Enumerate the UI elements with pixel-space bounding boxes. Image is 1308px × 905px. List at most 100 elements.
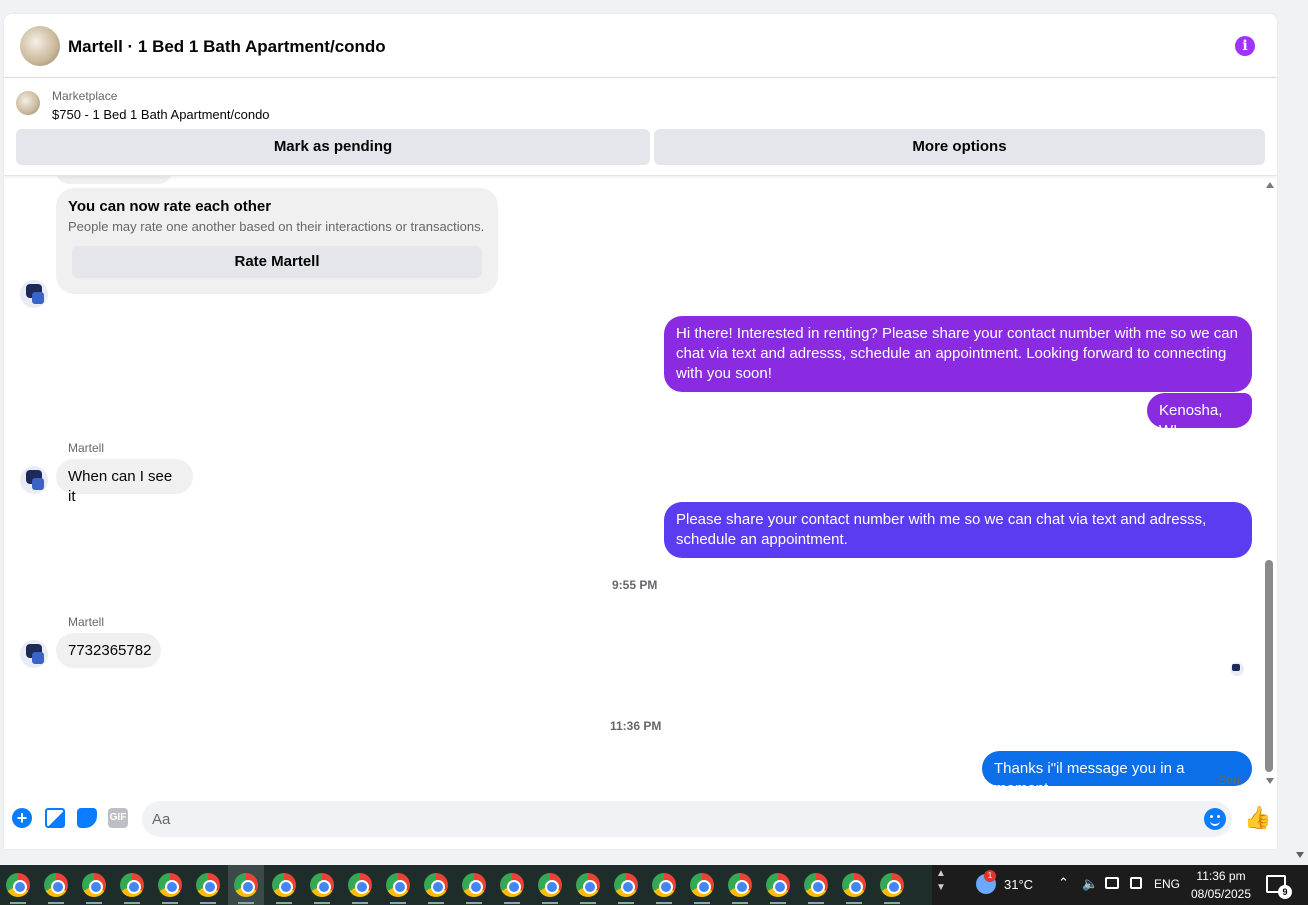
outgoing-message[interactable]: Kenosha, WI bbox=[1147, 393, 1252, 439]
chat-title[interactable]: Martell · 1 Bed 1 Bath Apartment/condo bbox=[68, 37, 386, 57]
message-thread[interactable]: You can now rate each other People may r… bbox=[4, 176, 1262, 798]
chrome-app-icon[interactable] bbox=[608, 865, 644, 905]
contact-avatar[interactable] bbox=[20, 640, 48, 668]
scrollbar-thumb[interactable] bbox=[1265, 560, 1273, 772]
chrome-icon bbox=[766, 873, 790, 897]
chrome-icon bbox=[348, 873, 372, 897]
system-tray: ▲ ▼ 1 31°C ⌃ 🔈 ENG 11:36 pm 08/05/2025 9 bbox=[932, 865, 1308, 905]
chrome-app-icon[interactable] bbox=[684, 865, 720, 905]
notification-count: 9 bbox=[1278, 885, 1292, 899]
chrome-icon bbox=[424, 873, 448, 897]
chrome-app-icon[interactable] bbox=[494, 865, 530, 905]
running-indicator bbox=[428, 902, 444, 904]
chrome-icon bbox=[44, 873, 68, 897]
listing-avatar[interactable] bbox=[20, 26, 60, 66]
rate-martell-button[interactable]: Rate Martell bbox=[72, 246, 482, 278]
chrome-icon bbox=[82, 873, 106, 897]
chrome-icon bbox=[6, 873, 30, 897]
chrome-app-icon[interactable] bbox=[342, 865, 378, 905]
plus-icon[interactable]: + bbox=[12, 808, 32, 828]
show-hidden-icons-icon[interactable]: ⌃ bbox=[1058, 875, 1069, 891]
chat-header: Martell · 1 Bed 1 Bath Apartment/condo i bbox=[4, 14, 1277, 78]
chrome-icon bbox=[614, 873, 638, 897]
chrome-app-icon[interactable] bbox=[152, 865, 188, 905]
listing-price-title[interactable]: $750 - 1 Bed 1 Bath Apartment/condo bbox=[52, 107, 270, 122]
chrome-app-icon[interactable] bbox=[114, 865, 150, 905]
network-icon[interactable] bbox=[1105, 877, 1119, 889]
chrome-app-icon[interactable] bbox=[532, 865, 568, 905]
chrome-icon bbox=[804, 873, 828, 897]
listing-thumbnail[interactable] bbox=[16, 91, 40, 115]
chrome-app-icon[interactable] bbox=[570, 865, 606, 905]
running-indicator bbox=[656, 902, 672, 904]
incoming-message[interactable]: 7732365782 bbox=[56, 633, 161, 668]
running-indicator bbox=[884, 902, 900, 904]
chrome-app-icon[interactable] bbox=[266, 865, 302, 905]
speaker-icon[interactable]: 🔈 bbox=[1082, 876, 1098, 892]
incoming-message[interactable]: When can I see it bbox=[56, 459, 193, 505]
sender-name: Martell bbox=[68, 441, 105, 455]
chrome-icon bbox=[158, 873, 182, 897]
chrome-app-icon[interactable] bbox=[874, 865, 910, 905]
message-input-container[interactable] bbox=[142, 801, 1232, 837]
chrome-icon bbox=[310, 873, 334, 897]
chrome-app-icon[interactable] bbox=[798, 865, 834, 905]
chrome-app-icon[interactable] bbox=[646, 865, 682, 905]
seen-indicator-avatar bbox=[1230, 662, 1244, 676]
contact-avatar[interactable] bbox=[20, 466, 48, 494]
chrome-app-icon[interactable] bbox=[418, 865, 454, 905]
running-indicator bbox=[162, 902, 178, 904]
taskbar-scroll-icon[interactable]: ▲ ▼ bbox=[936, 867, 946, 895]
chrome-app-icon[interactable] bbox=[0, 865, 36, 905]
running-indicator bbox=[314, 902, 330, 904]
thumbs-up-icon[interactable]: 👍 bbox=[1244, 806, 1271, 830]
thread-scrollbar[interactable] bbox=[1262, 176, 1277, 798]
gif-icon[interactable]: GIF bbox=[108, 808, 128, 828]
scroll-down-arrow-icon[interactable] bbox=[1266, 778, 1274, 784]
marketplace-label: Marketplace bbox=[52, 89, 118, 103]
chrome-app-icon[interactable] bbox=[190, 865, 226, 905]
running-indicator bbox=[542, 902, 558, 904]
contact-avatar[interactable] bbox=[20, 280, 48, 308]
photo-icon[interactable] bbox=[45, 808, 65, 828]
running-indicator bbox=[694, 902, 710, 904]
chrome-icon bbox=[272, 873, 296, 897]
running-indicator bbox=[504, 902, 520, 904]
chrome-app-icon[interactable] bbox=[380, 865, 416, 905]
mark-as-pending-button[interactable]: Mark as pending bbox=[16, 129, 650, 165]
more-options-button[interactable]: More options bbox=[654, 129, 1265, 165]
running-indicator bbox=[732, 902, 748, 904]
running-indicator bbox=[10, 902, 26, 904]
camera-icon[interactable] bbox=[1130, 877, 1142, 889]
chrome-icon bbox=[842, 873, 866, 897]
temperature[interactable]: 31°C bbox=[1004, 877, 1033, 892]
page-scroll-down-arrow-icon[interactable] bbox=[1296, 852, 1304, 858]
chrome-icon bbox=[690, 873, 714, 897]
running-indicator bbox=[808, 902, 824, 904]
scroll-up-arrow-icon[interactable] bbox=[1266, 182, 1274, 188]
language-indicator[interactable]: ENG bbox=[1154, 877, 1180, 891]
chrome-app-icon[interactable] bbox=[456, 865, 492, 905]
chrome-app-icon[interactable] bbox=[38, 865, 74, 905]
message-input[interactable] bbox=[152, 801, 1192, 837]
chrome-app-icon[interactable] bbox=[228, 865, 264, 905]
chrome-app-icon[interactable] bbox=[760, 865, 796, 905]
chrome-app-icon[interactable] bbox=[722, 865, 758, 905]
outgoing-message[interactable]: Thanks i"il message you in a moment bbox=[982, 751, 1252, 797]
outgoing-message[interactable]: Please share your contact number with me… bbox=[664, 502, 1252, 558]
sticker-icon[interactable] bbox=[77, 808, 97, 828]
chrome-icon bbox=[500, 873, 524, 897]
outgoing-message[interactable]: Hi there! Interested in renting? Please … bbox=[664, 316, 1252, 392]
sender-name: Martell bbox=[68, 615, 105, 629]
clock-date[interactable]: 08/05/2025 bbox=[1190, 887, 1252, 901]
chrome-app-icon[interactable] bbox=[76, 865, 112, 905]
chrome-app-icon[interactable] bbox=[836, 865, 872, 905]
emoji-icon[interactable] bbox=[1204, 808, 1226, 830]
info-icon[interactable]: i bbox=[1235, 36, 1255, 56]
chrome-app-icon[interactable] bbox=[304, 865, 340, 905]
running-indicator bbox=[352, 902, 368, 904]
running-indicator bbox=[580, 902, 596, 904]
running-indicator bbox=[238, 902, 254, 904]
clock-time[interactable]: 11:36 pm bbox=[1190, 869, 1252, 883]
chrome-icon bbox=[728, 873, 752, 897]
